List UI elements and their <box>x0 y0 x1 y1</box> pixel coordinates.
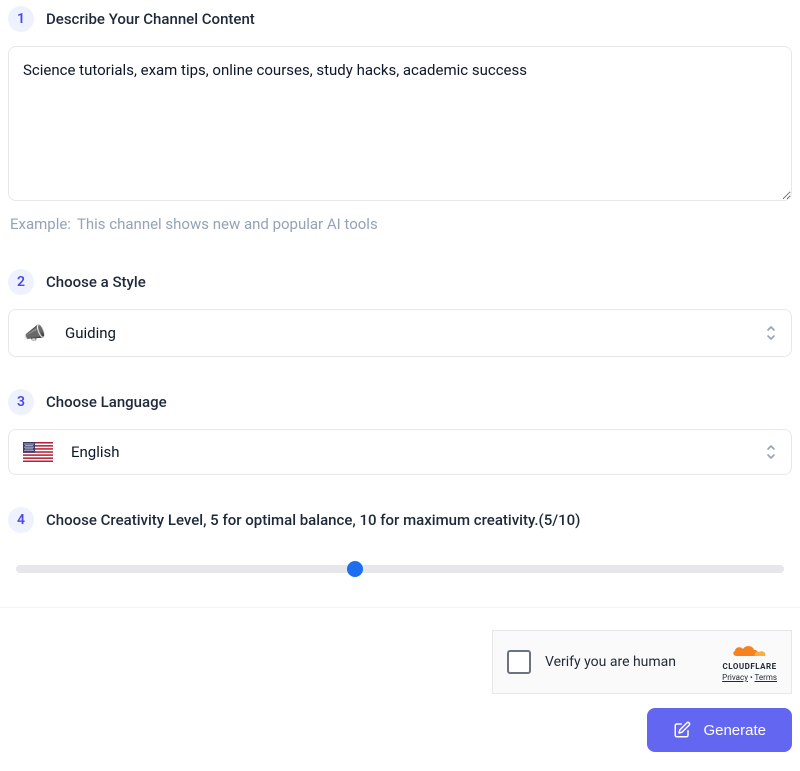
style-select-label: Guiding <box>65 324 116 342</box>
chevron-sort-icon <box>765 325 777 341</box>
chevron-sort-icon <box>765 444 777 460</box>
step-header-3: 3 Choose Language <box>8 389 792 415</box>
cloudflare-links: Privacy • Terms <box>722 673 777 682</box>
example-text: This channel shows new and popular AI to… <box>77 215 378 233</box>
step-badge-4: 4 <box>8 507 34 533</box>
style-select[interactable]: 📣 Guiding <box>8 309 792 357</box>
example-hint: Example: This channel shows new and popu… <box>8 205 792 237</box>
step-header-1: 1 Describe Your Channel Content <box>8 6 792 32</box>
step-title-2: Choose a Style <box>46 273 146 291</box>
creativity-slider[interactable] <box>8 565 792 573</box>
section-describe: 1 Describe Your Channel Content Example:… <box>0 6 800 237</box>
channel-content-input[interactable] <box>8 46 792 201</box>
step-badge-2: 2 <box>8 269 34 295</box>
cloudflare-icon <box>731 642 769 660</box>
step-badge-1: 1 <box>8 6 34 32</box>
section-language: 3 Choose Language <box>0 389 800 475</box>
privacy-link[interactable]: Privacy <box>722 673 748 682</box>
section-creativity: 4 Choose Creativity Level, 5 for optimal… <box>0 507 800 573</box>
step-title-4: Choose Creativity Level, 5 for optimal b… <box>46 511 580 529</box>
step-title-1: Describe Your Channel Content <box>46 10 255 28</box>
terms-link[interactable]: Terms <box>755 673 777 682</box>
example-prefix: Example: <box>10 215 71 233</box>
slider-thumb[interactable] <box>347 561 363 577</box>
language-select[interactable]: English <box>8 429 792 475</box>
megaphone-icon: 📣 <box>23 322 47 344</box>
us-flag-icon <box>23 442 53 462</box>
edit-icon <box>673 721 691 739</box>
captcha-checkbox[interactable] <box>507 650 531 674</box>
divider <box>0 607 800 608</box>
section-style: 2 Choose a Style 📣 Guiding <box>0 269 800 357</box>
captcha-brand: CLOUDFLARE Privacy • Terms <box>722 642 777 682</box>
language-select-label: English <box>71 443 120 461</box>
captcha-widget[interactable]: Verify you are human CLOUDFLARE Privacy … <box>492 630 792 694</box>
generate-button[interactable]: Generate <box>647 708 792 752</box>
footer: Verify you are human CLOUDFLARE Privacy … <box>0 630 800 762</box>
cloudflare-name: CLOUDFLARE <box>723 662 777 671</box>
slider-track <box>16 565 784 573</box>
step-badge-3: 3 <box>8 389 34 415</box>
step-header-4: 4 Choose Creativity Level, 5 for optimal… <box>8 507 792 533</box>
step-header-2: 2 Choose a Style <box>8 269 792 295</box>
captcha-label: Verify you are human <box>545 654 708 670</box>
step-title-3: Choose Language <box>46 393 167 411</box>
generate-button-label: Generate <box>703 722 766 739</box>
